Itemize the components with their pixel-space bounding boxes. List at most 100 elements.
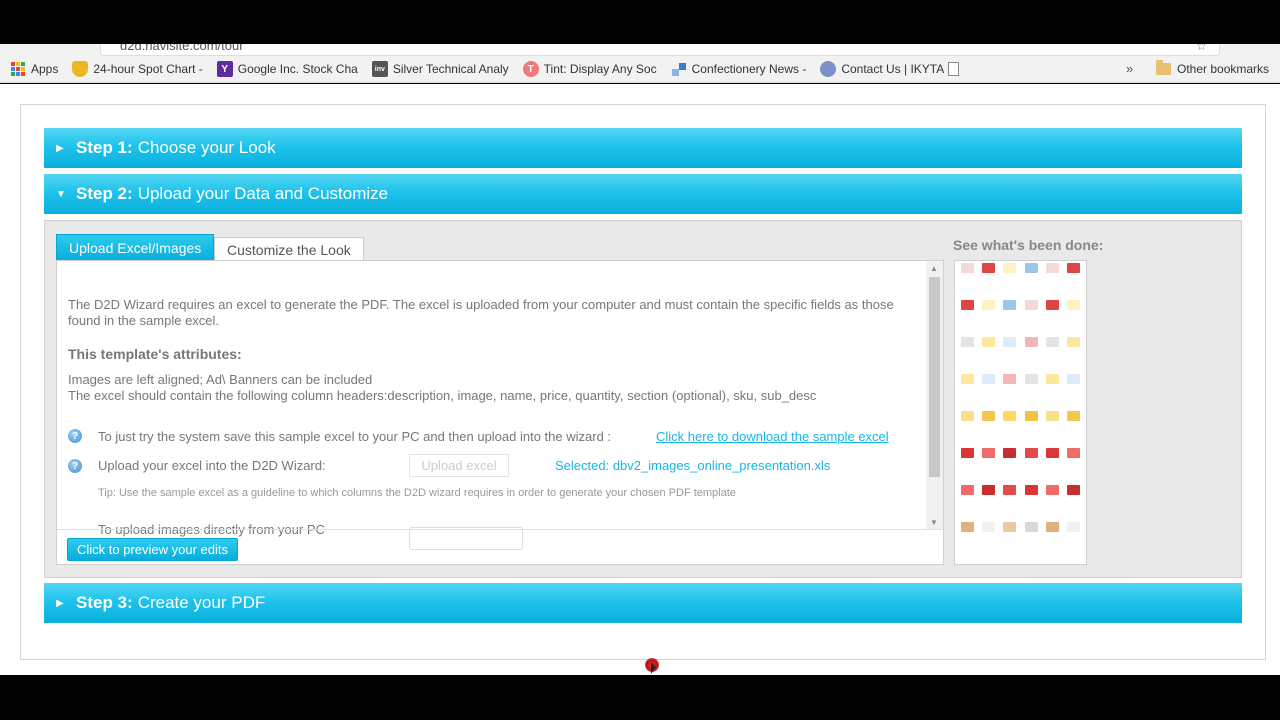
attributes-line-2: The excel should contain the following c… (68, 388, 817, 403)
flyer-row (957, 282, 1084, 292)
flyer-cell (1066, 448, 1080, 458)
flyer-cell (1046, 319, 1059, 329)
step-title: Create your PDF (137, 593, 266, 612)
help-icon[interactable]: ? (68, 459, 82, 473)
step1-header[interactable]: ▶ Step 1: Choose your Look (44, 128, 1242, 168)
flyer-cell (1024, 411, 1038, 421)
flyer-cell (1003, 541, 1016, 551)
flyer-cell (1003, 374, 1017, 384)
flyer-cell (1003, 485, 1017, 495)
preview-edits-button[interactable]: Click to preview your edits (67, 538, 238, 561)
flyer-cell (1003, 356, 1016, 366)
bookmark-silver-analysis[interactable]: inv Silver Technical Analy (371, 61, 509, 77)
flyer-cell (1066, 485, 1080, 495)
flyer-cell (961, 282, 974, 292)
step2-header[interactable]: ▼ Step 2: Upload your Data and Customize (44, 174, 1242, 214)
flyer-cell (1025, 430, 1038, 440)
flyer-row (957, 448, 1084, 458)
flyer-cell (982, 393, 995, 403)
url-field[interactable] (100, 44, 1220, 56)
flyer-cell (1003, 522, 1017, 532)
flyer-cell (1003, 300, 1017, 310)
more-bookmarks-chevron[interactable]: » (1126, 61, 1133, 76)
apps-grid-icon (10, 61, 26, 77)
bookmark-tint[interactable]: T Tint: Display Any Soc (522, 61, 657, 77)
flyer-cell (1045, 263, 1059, 273)
flyer-row (957, 300, 1084, 310)
page: ▶ Step 1: Choose your Look ▼ Step 2: Upl… (0, 84, 1280, 675)
flyer-cell (1025, 467, 1038, 477)
sample-flyer-thumbnail[interactable] (954, 260, 1087, 565)
expand-arrow-icon: ▶ (56, 142, 64, 154)
flyer-row (957, 337, 1084, 347)
flyer-cell (961, 430, 974, 440)
flyer-cell (1066, 374, 1080, 384)
selected-file-text: Selected: dbv2_images_online_presentatio… (555, 458, 831, 473)
collapse-arrow-icon: ▼ (56, 188, 66, 200)
flyer-cell (982, 411, 996, 421)
expand-arrow-icon: ▶ (56, 597, 64, 609)
upload-excel-button[interactable]: Upload excel (409, 454, 509, 477)
inv-icon: inv (371, 61, 388, 77)
flyer-cell (961, 485, 975, 495)
bookmark-spot-chart[interactable]: 24-hour Spot Chart - (72, 61, 203, 77)
help-icon[interactable]: ? (68, 429, 82, 443)
d2d-wizard: ▶ Step 1: Choose your Look ▼ Step 2: Upl… (20, 104, 1266, 660)
scroll-up-icon[interactable]: ▲ (930, 264, 938, 273)
tab-upload-excel-images[interactable]: Upload Excel/Images (56, 234, 215, 261)
flyer-cell (1067, 282, 1080, 292)
flyer-cell (1046, 430, 1059, 440)
flyer-row (957, 485, 1084, 495)
bookmark-apps[interactable]: Apps (10, 61, 58, 77)
other-bookmarks[interactable]: Other bookmarks (1156, 60, 1269, 76)
flyer-cell (982, 356, 995, 366)
flyer-cell (1025, 504, 1038, 514)
flyer-cell (1003, 263, 1017, 273)
flyer-cell (982, 541, 995, 551)
bookmark-label: 24-hour Spot Chart - (93, 62, 203, 76)
content-scrollbar[interactable]: ▲ ▼ (926, 261, 943, 529)
bookmark-label: Confectionery News - (691, 62, 807, 76)
scroll-down-icon[interactable]: ▼ (930, 518, 938, 527)
tint-icon: T (522, 61, 539, 77)
upload-images-button[interactable] (409, 527, 523, 550)
flyer-cell (1046, 356, 1059, 366)
flyer-cell (1024, 337, 1038, 347)
upload-excel-label: Upload your excel into the D2D Wizard: (98, 458, 326, 473)
flyer-cell (1025, 356, 1038, 366)
flyer-row (957, 522, 1084, 532)
flyer-cell (1066, 411, 1080, 421)
flyer-cell (982, 300, 996, 310)
tab-customize-look[interactable]: Customize the Look (214, 237, 364, 261)
flyer-cell (1067, 467, 1080, 477)
flyer-row (957, 356, 1084, 366)
bookmark-label: Apps (31, 62, 59, 76)
flyer-cell (961, 541, 974, 551)
scrollbar-thumb[interactable] (929, 277, 940, 477)
flyer-cell (1045, 374, 1059, 384)
flyer-cell (982, 467, 995, 477)
bookmark-label: Silver Technical Analy (392, 62, 509, 76)
flyer-cell (1025, 393, 1038, 403)
bookmark-google-stock[interactable]: Y Google Inc. Stock Cha (216, 61, 358, 77)
flyer-cell (982, 374, 996, 384)
step3-header[interactable]: ▶ Step 3: Create your PDF (44, 583, 1242, 623)
try-system-text: To just try the system save this sample … (98, 429, 612, 444)
flyer-cell (961, 504, 974, 514)
bookmarks-bar: Apps 24-hour Spot Chart - Y Google Inc. … (0, 56, 1280, 83)
bookmark-confectionery[interactable]: Confectionery News - (671, 61, 807, 77)
flyer-cell (961, 356, 974, 366)
bookmark-ikyta[interactable]: Contact Us | IKYTA (820, 61, 960, 77)
flyer-cell (982, 319, 995, 329)
flyer-cell (1045, 411, 1059, 421)
bookmark-star-icon[interactable]: ☆ (1196, 44, 1207, 53)
attributes-line-1: Images are left aligned; Ad\ Banners can… (68, 372, 373, 387)
flyer-cell (1003, 430, 1016, 440)
address-bar[interactable]: d2d.navisite.com/tour ☆ (0, 44, 1280, 56)
flyer-cell (1046, 467, 1059, 477)
step-number: Step 2: (76, 184, 133, 203)
download-sample-link[interactable]: Click here to download the sample excel (656, 429, 889, 444)
bookmark-label: Google Inc. Stock Cha (237, 62, 358, 76)
flyer-cell (1024, 522, 1038, 532)
step-number: Step 3: (76, 593, 133, 612)
